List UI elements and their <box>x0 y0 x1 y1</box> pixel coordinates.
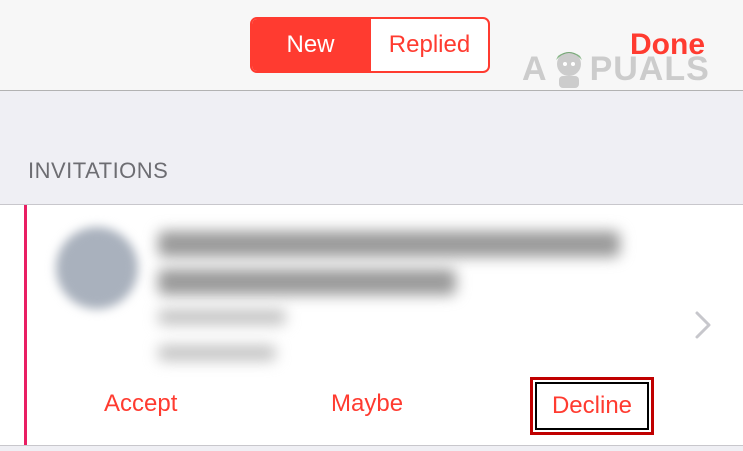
decline-highlight: Decline <box>530 377 654 435</box>
mascot-icon <box>555 52 582 88</box>
maybe-button[interactable]: Maybe <box>331 390 403 418</box>
invitation-time <box>158 345 276 361</box>
watermark-text-left: A <box>522 49 548 88</box>
segment-new[interactable]: New <box>252 19 369 71</box>
navigation-bar: New Replied A PUALS Done <box>0 0 743 91</box>
decline-button[interactable]: Decline <box>552 392 632 420</box>
accept-button[interactable]: Accept <box>104 390 177 418</box>
done-button[interactable]: Done <box>630 28 705 62</box>
inbox-segmented-control: New Replied <box>250 17 490 73</box>
calendar-color-bar <box>24 205 27 445</box>
invitation-title-line-1 <box>158 231 620 257</box>
invitation-from <box>158 309 286 325</box>
chevron-right-icon[interactable] <box>694 310 712 340</box>
section-title-invitations: INVITATIONS <box>28 158 169 183</box>
invitation-title-line-2 <box>158 269 456 295</box>
avatar <box>56 227 138 309</box>
segment-replied[interactable]: Replied <box>369 19 488 71</box>
